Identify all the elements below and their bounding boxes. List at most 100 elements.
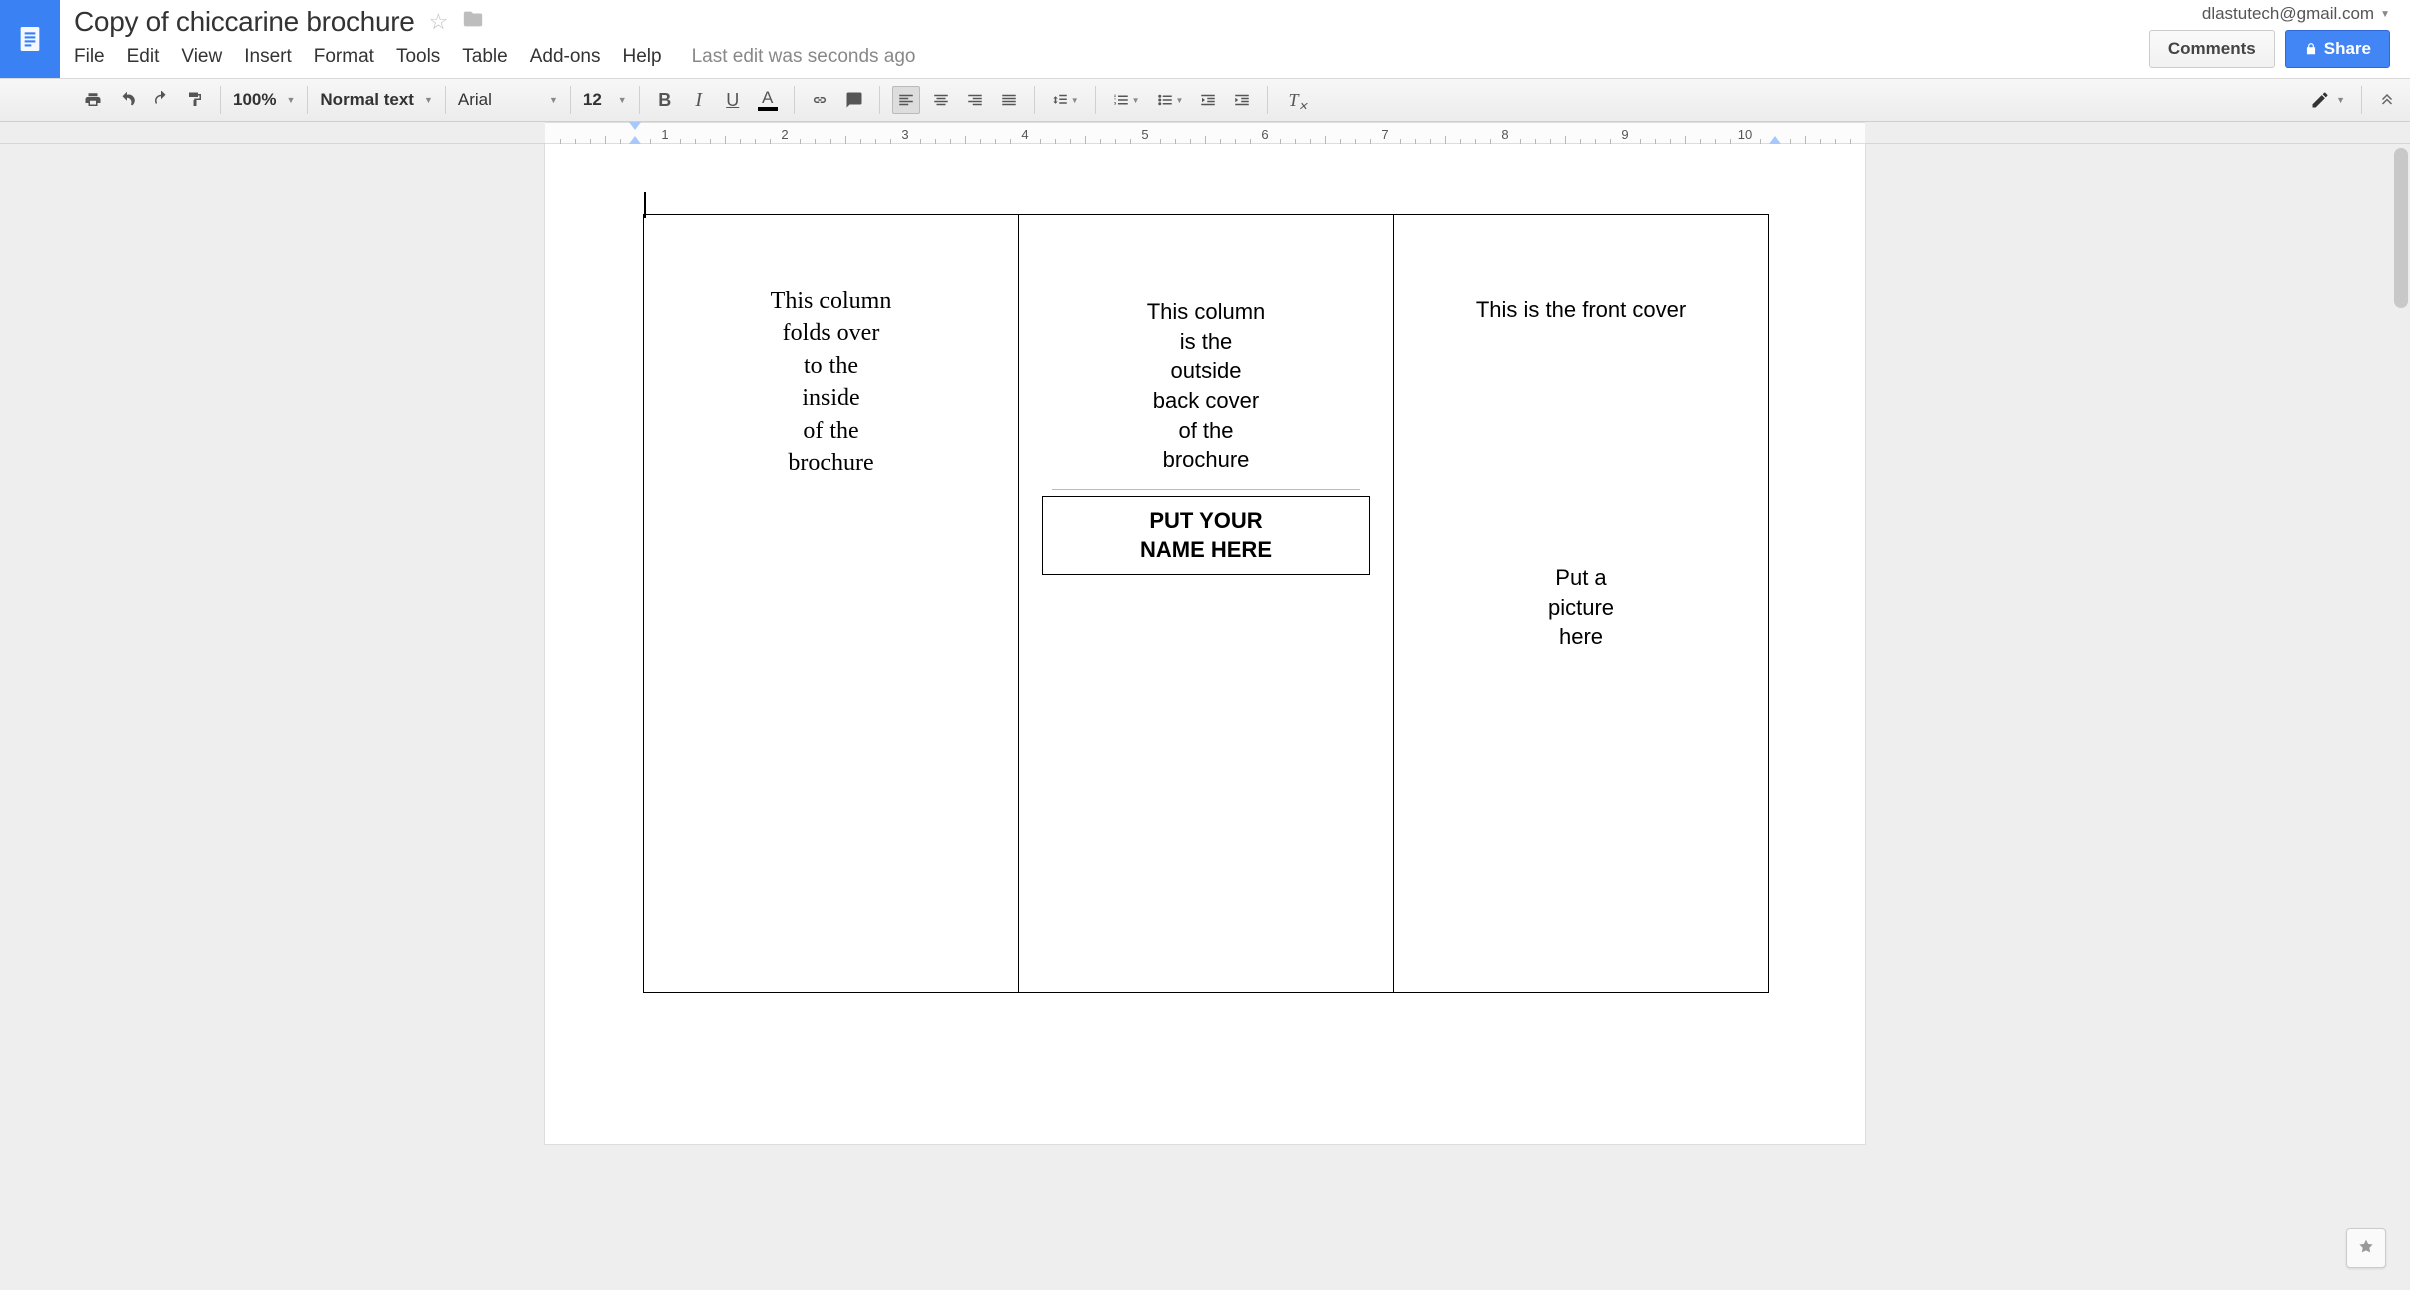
menu-view[interactable]: View bbox=[181, 46, 222, 68]
line-spacing-button[interactable]: ▼ bbox=[1047, 86, 1083, 114]
vertical-scrollbar[interactable] bbox=[2394, 148, 2408, 308]
insert-comment-button[interactable] bbox=[841, 86, 867, 114]
undo-icon bbox=[118, 91, 136, 109]
insert-link-button[interactable] bbox=[807, 86, 833, 114]
decrease-indent-button[interactable] bbox=[1195, 86, 1221, 114]
page[interactable]: This columnfolds overto theinsideof theb… bbox=[545, 144, 1865, 1144]
align-left-icon bbox=[897, 91, 915, 109]
col2-text[interactable]: This columnis theoutsideback coverof the… bbox=[1147, 297, 1266, 475]
clear-formatting-button[interactable]: T✕ bbox=[1280, 86, 1306, 114]
paragraph-style-select[interactable]: Normal text ▼ bbox=[310, 85, 442, 115]
align-justify-button[interactable] bbox=[996, 86, 1022, 114]
divider bbox=[1052, 489, 1359, 490]
table-cell-col2[interactable]: This columnis theoutsideback coverof the… bbox=[1019, 215, 1394, 992]
col3-picture-placeholder[interactable]: Put apicturehere bbox=[1548, 563, 1614, 652]
text-line[interactable]: This column bbox=[1147, 297, 1266, 327]
comment-icon bbox=[845, 91, 863, 109]
text-line[interactable]: of the bbox=[803, 415, 858, 447]
explore-button[interactable] bbox=[2346, 1228, 2386, 1268]
ruler-number: 3 bbox=[901, 127, 908, 142]
text-color-button[interactable]: A bbox=[754, 86, 782, 114]
lock-icon bbox=[2304, 42, 2318, 56]
document-title[interactable]: Copy of chiccarine brochure bbox=[74, 6, 415, 38]
share-button[interactable]: Share bbox=[2285, 30, 2390, 68]
text-line[interactable]: This column bbox=[771, 285, 892, 317]
account-menu[interactable]: dlastutech@gmail.com ▼ bbox=[2202, 4, 2390, 24]
editing-mode-button[interactable]: ▼ bbox=[2310, 90, 2345, 110]
chevron-down-icon: ▼ bbox=[2336, 95, 2345, 105]
zoom-value: 100% bbox=[233, 90, 276, 110]
paint-roller-icon bbox=[186, 91, 204, 109]
col3-title[interactable]: This is the front cover bbox=[1476, 297, 1686, 323]
text-line[interactable]: here bbox=[1559, 622, 1603, 652]
comments-button[interactable]: Comments bbox=[2149, 30, 2275, 68]
menu-insert[interactable]: Insert bbox=[244, 46, 292, 68]
menu-edit[interactable]: Edit bbox=[127, 46, 160, 68]
bold-button[interactable]: B bbox=[652, 86, 678, 114]
ruler-number: 1 bbox=[661, 127, 668, 142]
star-icon[interactable]: ☆ bbox=[429, 9, 449, 35]
font-size-select[interactable]: 12 ▼ bbox=[573, 85, 637, 115]
menu-format[interactable]: Format bbox=[314, 46, 374, 68]
ruler-number: 7 bbox=[1381, 127, 1388, 142]
zoom-select[interactable]: 100% ▼ bbox=[223, 85, 305, 115]
italic-button[interactable]: I bbox=[686, 86, 712, 114]
menu-help[interactable]: Help bbox=[623, 46, 662, 68]
font-select[interactable]: Arial ▼ bbox=[448, 85, 568, 115]
menu-addons[interactable]: Add-ons bbox=[530, 46, 601, 68]
text-line[interactable]: inside bbox=[802, 382, 859, 414]
text-line[interactable]: of the bbox=[1178, 416, 1233, 446]
menu-tools[interactable]: Tools bbox=[396, 46, 440, 68]
text-line[interactable]: brochure bbox=[788, 447, 873, 479]
text-line[interactable]: Put a bbox=[1555, 563, 1606, 593]
name-box[interactable]: PUT YOURNAME HERE bbox=[1042, 496, 1369, 575]
docs-app-icon[interactable] bbox=[0, 0, 60, 78]
document-canvas[interactable]: This columnfolds overto theinsideof theb… bbox=[0, 144, 2410, 1290]
text-line[interactable]: folds over bbox=[783, 317, 880, 349]
text-line[interactable]: to the bbox=[804, 350, 858, 382]
text-line[interactable]: picture bbox=[1548, 593, 1614, 623]
move-to-folder-icon[interactable] bbox=[462, 8, 484, 36]
last-edit-text[interactable]: Last edit was seconds ago bbox=[692, 46, 916, 68]
text-line[interactable]: outside bbox=[1171, 356, 1242, 386]
ruler-number: 5 bbox=[1141, 127, 1148, 142]
menu-file[interactable]: File bbox=[74, 46, 105, 68]
pencil-icon bbox=[2310, 90, 2330, 110]
align-right-button[interactable] bbox=[962, 86, 988, 114]
left-indent-marker[interactable] bbox=[629, 136, 641, 144]
right-indent-marker[interactable] bbox=[1769, 136, 1781, 144]
text-line[interactable]: PUT YOUR bbox=[1149, 507, 1262, 536]
print-button[interactable] bbox=[80, 86, 106, 114]
chevron-down-icon: ▼ bbox=[286, 95, 295, 105]
link-icon bbox=[811, 91, 829, 109]
account-email: dlastutech@gmail.com bbox=[2202, 4, 2374, 24]
undo-button[interactable] bbox=[114, 86, 140, 114]
print-icon bbox=[84, 91, 102, 109]
align-left-button[interactable] bbox=[892, 86, 920, 114]
bulleted-list-button[interactable]: ▼ bbox=[1152, 86, 1188, 114]
explore-icon bbox=[2356, 1238, 2376, 1258]
text-line[interactable]: is the bbox=[1180, 327, 1233, 357]
paragraph-style-value: Normal text bbox=[320, 90, 414, 110]
numbered-list-button[interactable]: ▼ bbox=[1108, 86, 1144, 114]
text-line[interactable]: NAME HERE bbox=[1140, 536, 1272, 565]
align-center-button[interactable] bbox=[928, 86, 954, 114]
increase-indent-button[interactable] bbox=[1229, 86, 1255, 114]
ruler[interactable]: 12345678910 bbox=[0, 122, 2410, 144]
text-line[interactable]: brochure bbox=[1163, 445, 1250, 475]
paint-format-button[interactable] bbox=[182, 86, 208, 114]
hide-menus-button[interactable] bbox=[2378, 89, 2396, 112]
ruler-number: 2 bbox=[781, 127, 788, 142]
brochure-table[interactable]: This columnfolds overto theinsideof theb… bbox=[643, 214, 1769, 993]
first-line-indent-marker[interactable] bbox=[629, 122, 641, 130]
ruler-number: 10 bbox=[1738, 127, 1752, 142]
table-cell-col3[interactable]: This is the front cover Put apicturehere bbox=[1394, 215, 1768, 992]
underline-button[interactable]: U bbox=[720, 86, 746, 114]
table-cell-col1[interactable]: This columnfolds overto theinsideof theb… bbox=[644, 215, 1019, 992]
menu-table[interactable]: Table bbox=[462, 46, 507, 68]
chevron-up-icon bbox=[2378, 89, 2396, 107]
toolbar: 100% ▼ Normal text ▼ Arial ▼ 12 ▼ B I U … bbox=[0, 78, 2410, 122]
text-line[interactable]: back cover bbox=[1153, 386, 1259, 416]
redo-button[interactable] bbox=[148, 86, 174, 114]
col1-text[interactable]: This columnfolds overto theinsideof theb… bbox=[771, 285, 892, 479]
